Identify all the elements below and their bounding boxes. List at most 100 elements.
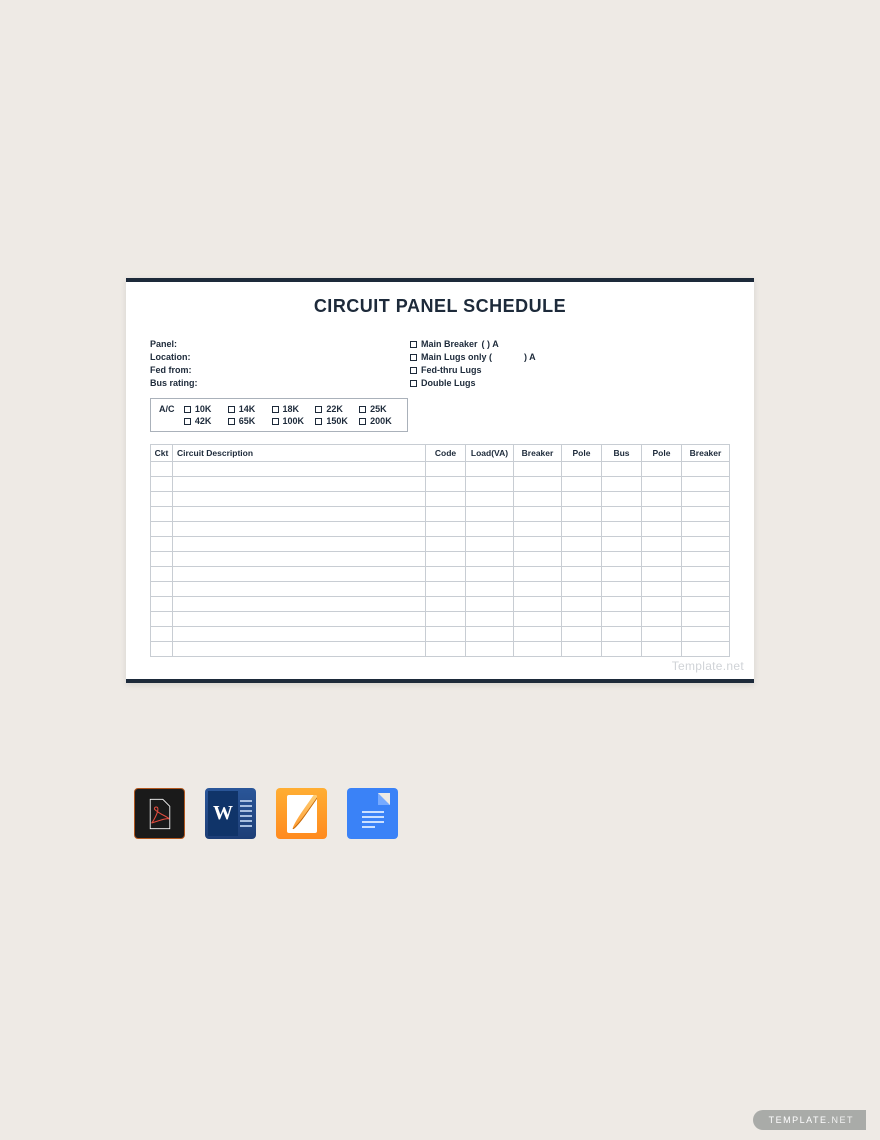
table-cell (426, 477, 466, 492)
col-code: Code (426, 445, 466, 462)
footer-badge[interactable]: TEMPLATE.NET (753, 1110, 866, 1130)
info-right: Main Breaker ( ) A Main Lugs only ( ) A … (410, 339, 536, 388)
table-cell (426, 462, 466, 477)
table-cell (466, 537, 514, 552)
table-cell (151, 552, 173, 567)
opt-double-lugs: Double Lugs (410, 378, 536, 388)
table-cell (562, 567, 602, 582)
opt-fed-thru: Fed-thru Lugs (410, 365, 536, 375)
checkbox-icon (315, 418, 322, 425)
ac-opt: 14K (239, 404, 256, 414)
ac-opt: 22K (326, 404, 343, 414)
pdf-icon[interactable] (134, 788, 185, 839)
table-cell (514, 462, 562, 477)
format-icons: W (134, 788, 398, 839)
table-cell (173, 582, 426, 597)
table-cell (602, 597, 642, 612)
pages-icon[interactable] (276, 788, 327, 839)
google-docs-icon[interactable] (347, 788, 398, 839)
schedule-table: Ckt Circuit Description Code Load(VA) Br… (150, 444, 730, 657)
checkbox-icon (184, 418, 191, 425)
col-bus: Bus (602, 445, 642, 462)
table-cell (426, 567, 466, 582)
table-cell (642, 567, 682, 582)
table-cell (173, 642, 426, 657)
table-cell (173, 627, 426, 642)
table-cell (682, 642, 730, 657)
label-panel: Panel: (150, 339, 350, 349)
col-breaker: Breaker (514, 445, 562, 462)
table-cell (466, 522, 514, 537)
checkbox-icon (410, 341, 417, 348)
table-cell (514, 492, 562, 507)
table-cell (426, 507, 466, 522)
watermark: Template.net (672, 659, 744, 673)
label-bus-rating: Bus rating: (150, 378, 350, 388)
table-cell (466, 462, 514, 477)
col-ckt: Ckt (151, 445, 173, 462)
checkbox-icon (228, 418, 235, 425)
table-cell (151, 492, 173, 507)
table-cell (466, 552, 514, 567)
doc-title: CIRCUIT PANEL SCHEDULE (150, 296, 730, 317)
table-cell (602, 522, 642, 537)
table-cell (682, 507, 730, 522)
table-cell (642, 492, 682, 507)
table-cell (602, 492, 642, 507)
table-cell (466, 582, 514, 597)
ac-opt: 150K (326, 416, 348, 426)
table-cell (602, 612, 642, 627)
table-body (151, 462, 730, 657)
word-icon[interactable]: W (205, 788, 256, 839)
ac-box: A/C 10K 14K 18K 22K 25K 42K 65K 100K 150… (150, 398, 408, 432)
table-cell (562, 552, 602, 567)
table-cell (642, 552, 682, 567)
table-cell (173, 477, 426, 492)
table-cell (514, 507, 562, 522)
table-row (151, 537, 730, 552)
table-cell (562, 627, 602, 642)
label-main-breaker: Main Breaker (421, 339, 478, 349)
table-cell (602, 477, 642, 492)
table-row (151, 462, 730, 477)
table-cell (642, 642, 682, 657)
table-cell (151, 462, 173, 477)
table-cell (602, 507, 642, 522)
table-cell (173, 522, 426, 537)
pages-page-icon (287, 795, 317, 833)
table-row (151, 627, 730, 642)
ac-row-2: 42K 65K 100K 150K 200K (159, 415, 399, 427)
document-body: CIRCUIT PANEL SCHEDULE Panel: Location: … (126, 282, 754, 679)
table-cell (682, 462, 730, 477)
gdocs-page-icon (356, 793, 390, 835)
table-cell (562, 477, 602, 492)
table-cell (602, 552, 642, 567)
col-pole: Pole (562, 445, 602, 462)
table-cell (562, 492, 602, 507)
table-cell (602, 582, 642, 597)
ac-opt: 65K (239, 416, 256, 426)
checkbox-icon (184, 406, 191, 413)
table-cell (562, 612, 602, 627)
table-cell (466, 597, 514, 612)
table-cell (426, 642, 466, 657)
table-cell (514, 537, 562, 552)
table-row (151, 567, 730, 582)
checkbox-icon (359, 406, 366, 413)
word-lines-icon (238, 800, 252, 827)
table-cell (426, 552, 466, 567)
table-cell (173, 612, 426, 627)
table-cell (426, 492, 466, 507)
table-cell (642, 507, 682, 522)
table-cell (642, 462, 682, 477)
table-cell (151, 642, 173, 657)
table-row (151, 522, 730, 537)
table-row (151, 612, 730, 627)
document-preview: CIRCUIT PANEL SCHEDULE Panel: Location: … (126, 278, 754, 683)
table-cell (682, 567, 730, 582)
opt-main-lugs: Main Lugs only ( ) A (410, 352, 536, 362)
table-cell (682, 477, 730, 492)
table-cell (642, 627, 682, 642)
ac-opt: 18K (283, 404, 300, 414)
table-cell (682, 492, 730, 507)
